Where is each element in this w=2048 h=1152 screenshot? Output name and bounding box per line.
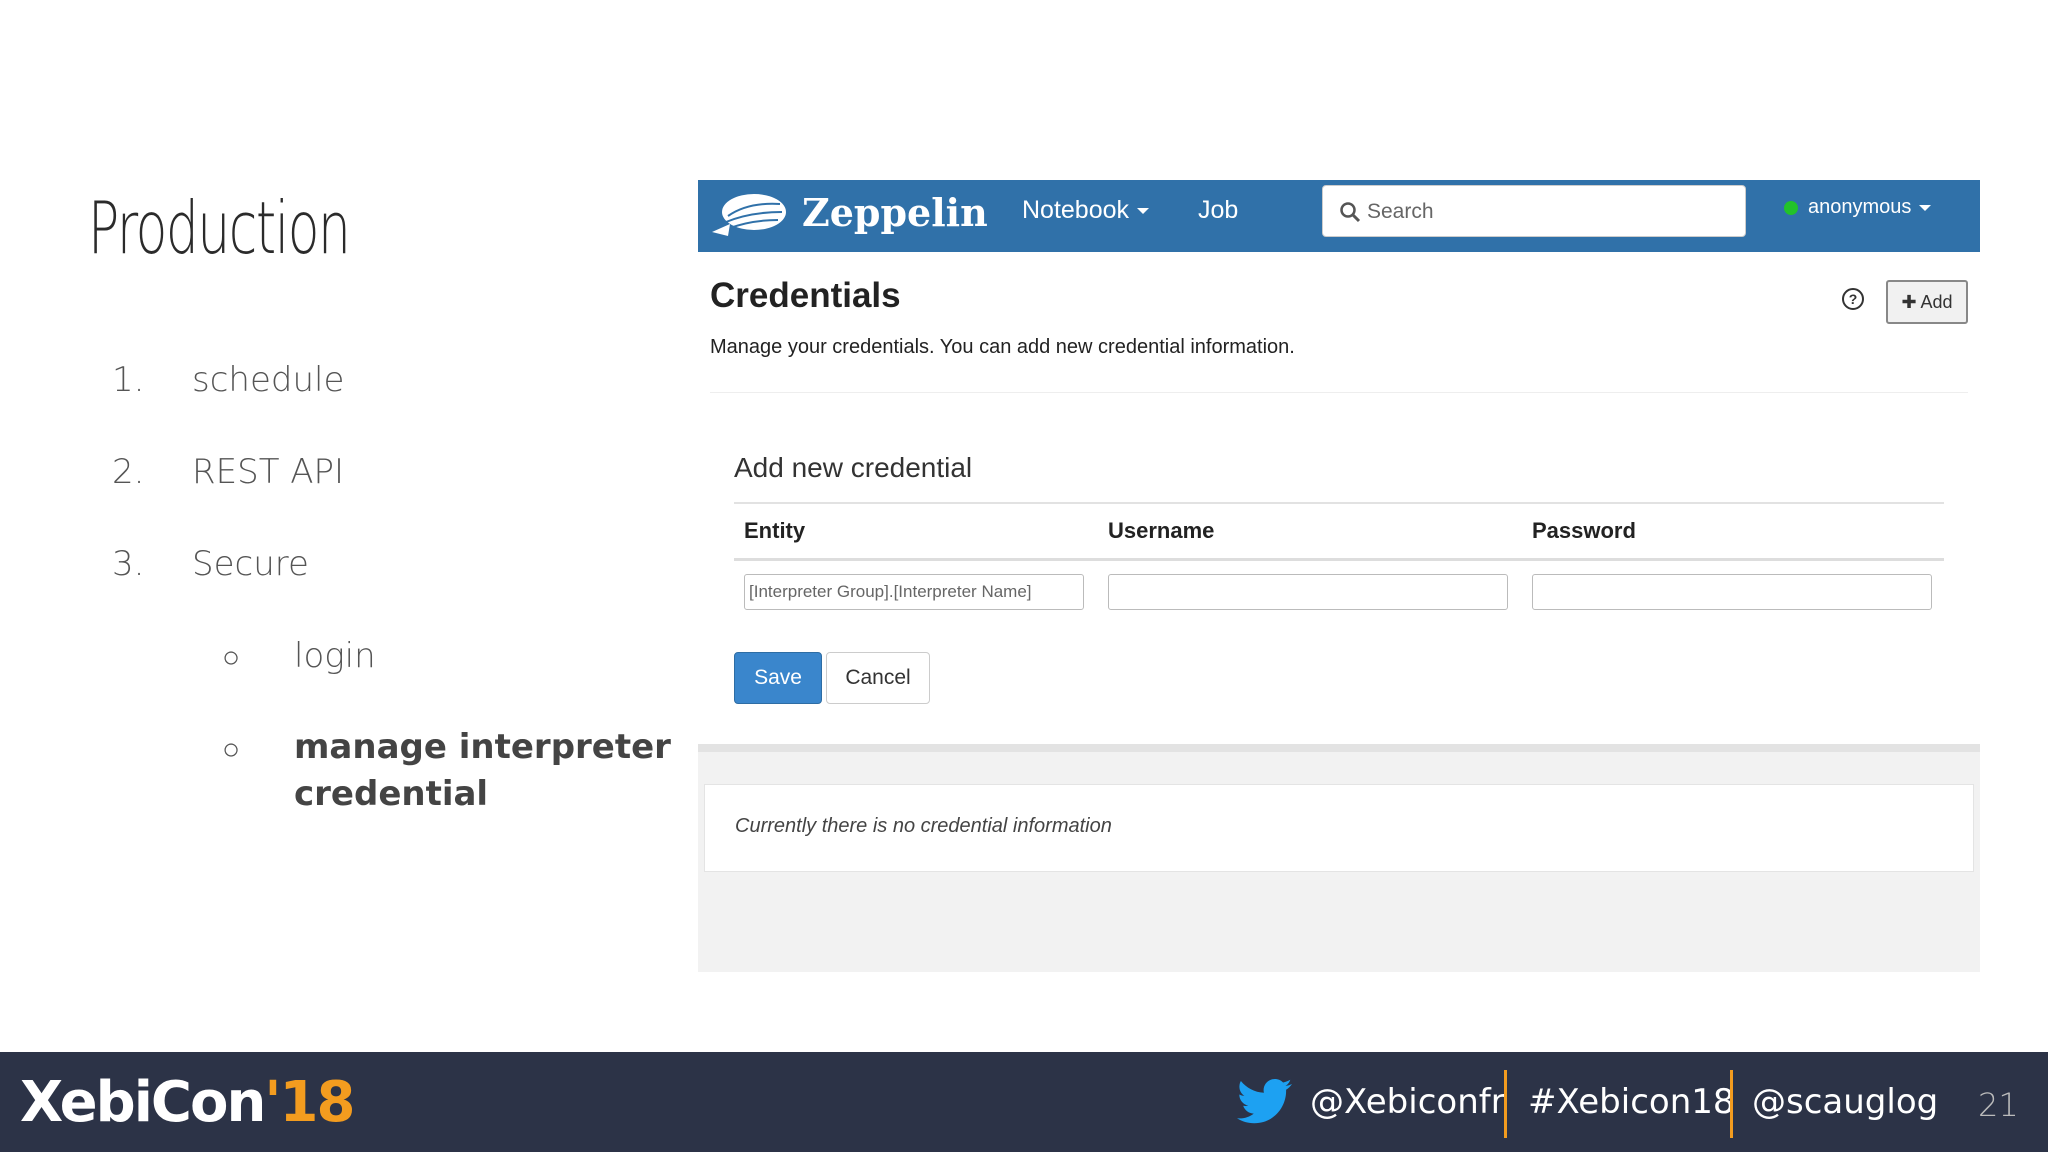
save-button[interactable]: Save [734,652,822,704]
zeppelin-brand[interactable]: Zeppelin [802,190,988,235]
subitem-line2: credential [294,774,489,814]
empty-credential-notice: Currently there is no credential informa… [704,784,1974,872]
slide-footer: XebiCon'18 @Xebiconfr #Xebicon18 @scaugl… [0,1052,2048,1152]
add-credential-title: Add new credential [734,452,973,483]
subitem-line1: manage interpreter [294,727,671,767]
list-number-1: 1. [112,360,145,400]
zeppelin-navbar: Zeppelin Notebook Job Search anonymous [698,180,1980,252]
xebicon-logo: XebiCon'18 [20,1070,355,1135]
list-number-2: 2. [112,452,145,492]
chevron-down-icon [1919,204,1932,211]
zeppelin-logo-icon [712,194,786,236]
column-password: Password [1532,518,1636,543]
bullet-login: ○ [222,640,241,675]
divider [710,392,1968,393]
bullet-credential: ○ [222,732,241,767]
add-credential-button[interactable]: ✚ Add [1886,280,1968,324]
entity-input[interactable]: [Interpreter Group].[Interpreter Name] [744,574,1084,610]
footer-separator [1730,1070,1733,1138]
list-number-3: 3. [112,544,145,584]
nav-notebook-label: Notebook [1022,196,1130,224]
page-number: 21 [1978,1086,2019,1124]
search-placeholder: Search [1367,200,1434,223]
column-username: Username [1108,518,1215,543]
list-item-rest-api: REST API [192,452,345,492]
credentials-title: Credentials [710,276,901,315]
empty-message: Currently there is no credential informa… [735,815,1112,837]
search-icon [1340,202,1361,223]
credentials-description: Manage your credentials. You can add new… [710,336,1295,358]
status-dot-icon [1784,200,1798,215]
user-name: anonymous [1808,196,1912,218]
twitter-handle-scauglog: @scauglog [1752,1082,1939,1122]
cancel-button[interactable]: Cancel [826,652,930,704]
list-item-schedule: schedule [192,360,345,400]
logo-text: XebiCon [20,1070,266,1135]
logo-year: '18 [264,1070,355,1135]
footer-separator [1504,1070,1507,1138]
user-menu[interactable]: anonymous [1784,196,1932,219]
zeppelin-screenshot: Zeppelin Notebook Job Search anonymous C… [698,180,1980,972]
slide-title: Production [88,186,351,270]
divider [734,502,1944,504]
username-input[interactable] [1108,574,1508,610]
search-input[interactable]: Search [1322,185,1746,237]
column-entity: Entity [744,518,806,543]
divider [734,558,1944,561]
twitter-handle-xebiconfr: @Xebiconfr [1310,1082,1505,1122]
chevron-down-icon [1137,208,1150,215]
subitem-manage-credential: manage interpreter credential [294,724,671,818]
password-input[interactable] [1532,574,1932,610]
nav-job[interactable]: Job [1198,196,1238,225]
hashtag-xebicon18: #Xebicon18 [1528,1082,1735,1122]
twitter-icon [1237,1079,1292,1124]
credentials-panel: Credentials ? ✚ Add Manage your credenti… [698,252,1980,752]
help-icon[interactable]: ? [1842,288,1864,310]
nav-notebook[interactable]: Notebook [1022,196,1150,225]
list-item-secure: Secure [192,544,309,584]
subitem-login: login [294,636,376,676]
